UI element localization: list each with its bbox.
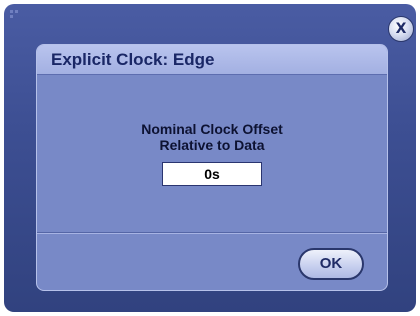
clock-offset-input[interactable]: 0s [162, 162, 262, 186]
close-button[interactable]: X [388, 16, 414, 42]
dialog-title: Explicit Clock: Edge [37, 45, 387, 75]
clock-offset-label-line1: Nominal Clock Offset [141, 121, 283, 137]
close-icon: X [395, 21, 407, 37]
dialog-panel: Explicit Clock: Edge Nominal Clock Offse… [36, 44, 388, 291]
ok-button[interactable]: OK [298, 248, 364, 280]
clock-offset-label-line2: Relative to Data [159, 137, 265, 153]
resize-grip-icon[interactable] [10, 10, 20, 20]
divider [37, 232, 387, 234]
clock-offset-label: Nominal Clock Offset Relative to Data [37, 121, 387, 153]
